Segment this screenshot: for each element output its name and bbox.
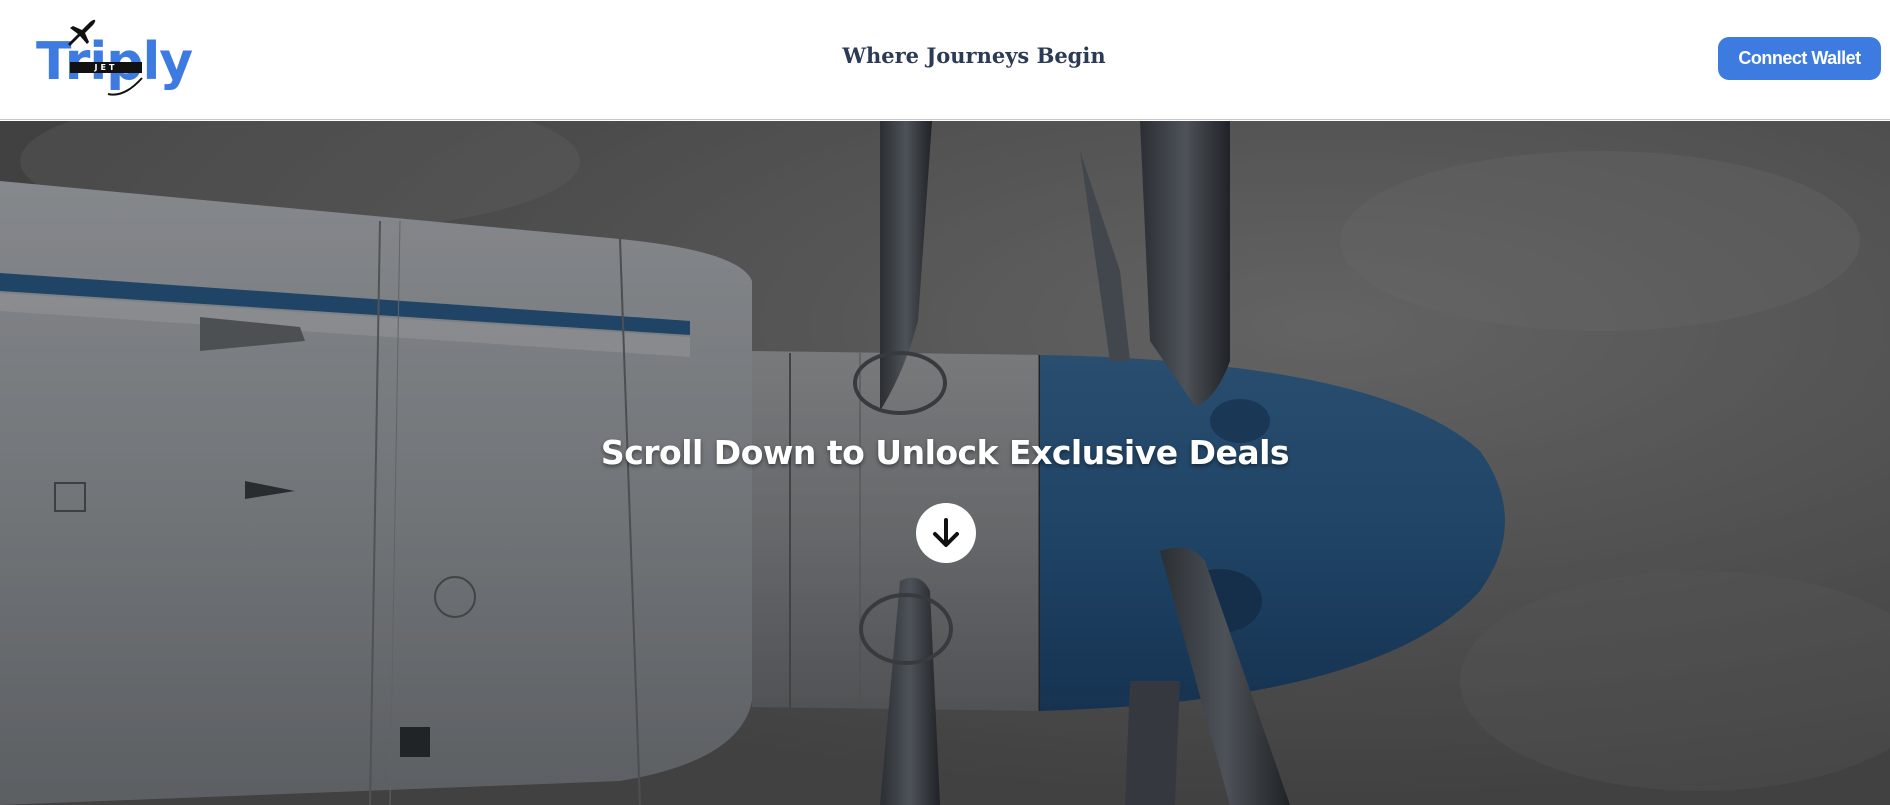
hero-section: Scroll Down to Unlock Exclusive Deals xyxy=(0,121,1890,805)
connect-wallet-button[interactable]: Connect Wallet xyxy=(1718,37,1881,80)
scroll-down-button[interactable] xyxy=(916,503,976,563)
hero-title: Scroll Down to Unlock Exclusive Deals xyxy=(600,433,1290,472)
logo-swoosh xyxy=(107,77,143,96)
site-header: Triply JET Where Journeys Begin Connect … xyxy=(0,0,1890,120)
arrow-down-icon xyxy=(933,518,959,547)
header-tagline: Where Journeys Begin xyxy=(842,43,1106,68)
